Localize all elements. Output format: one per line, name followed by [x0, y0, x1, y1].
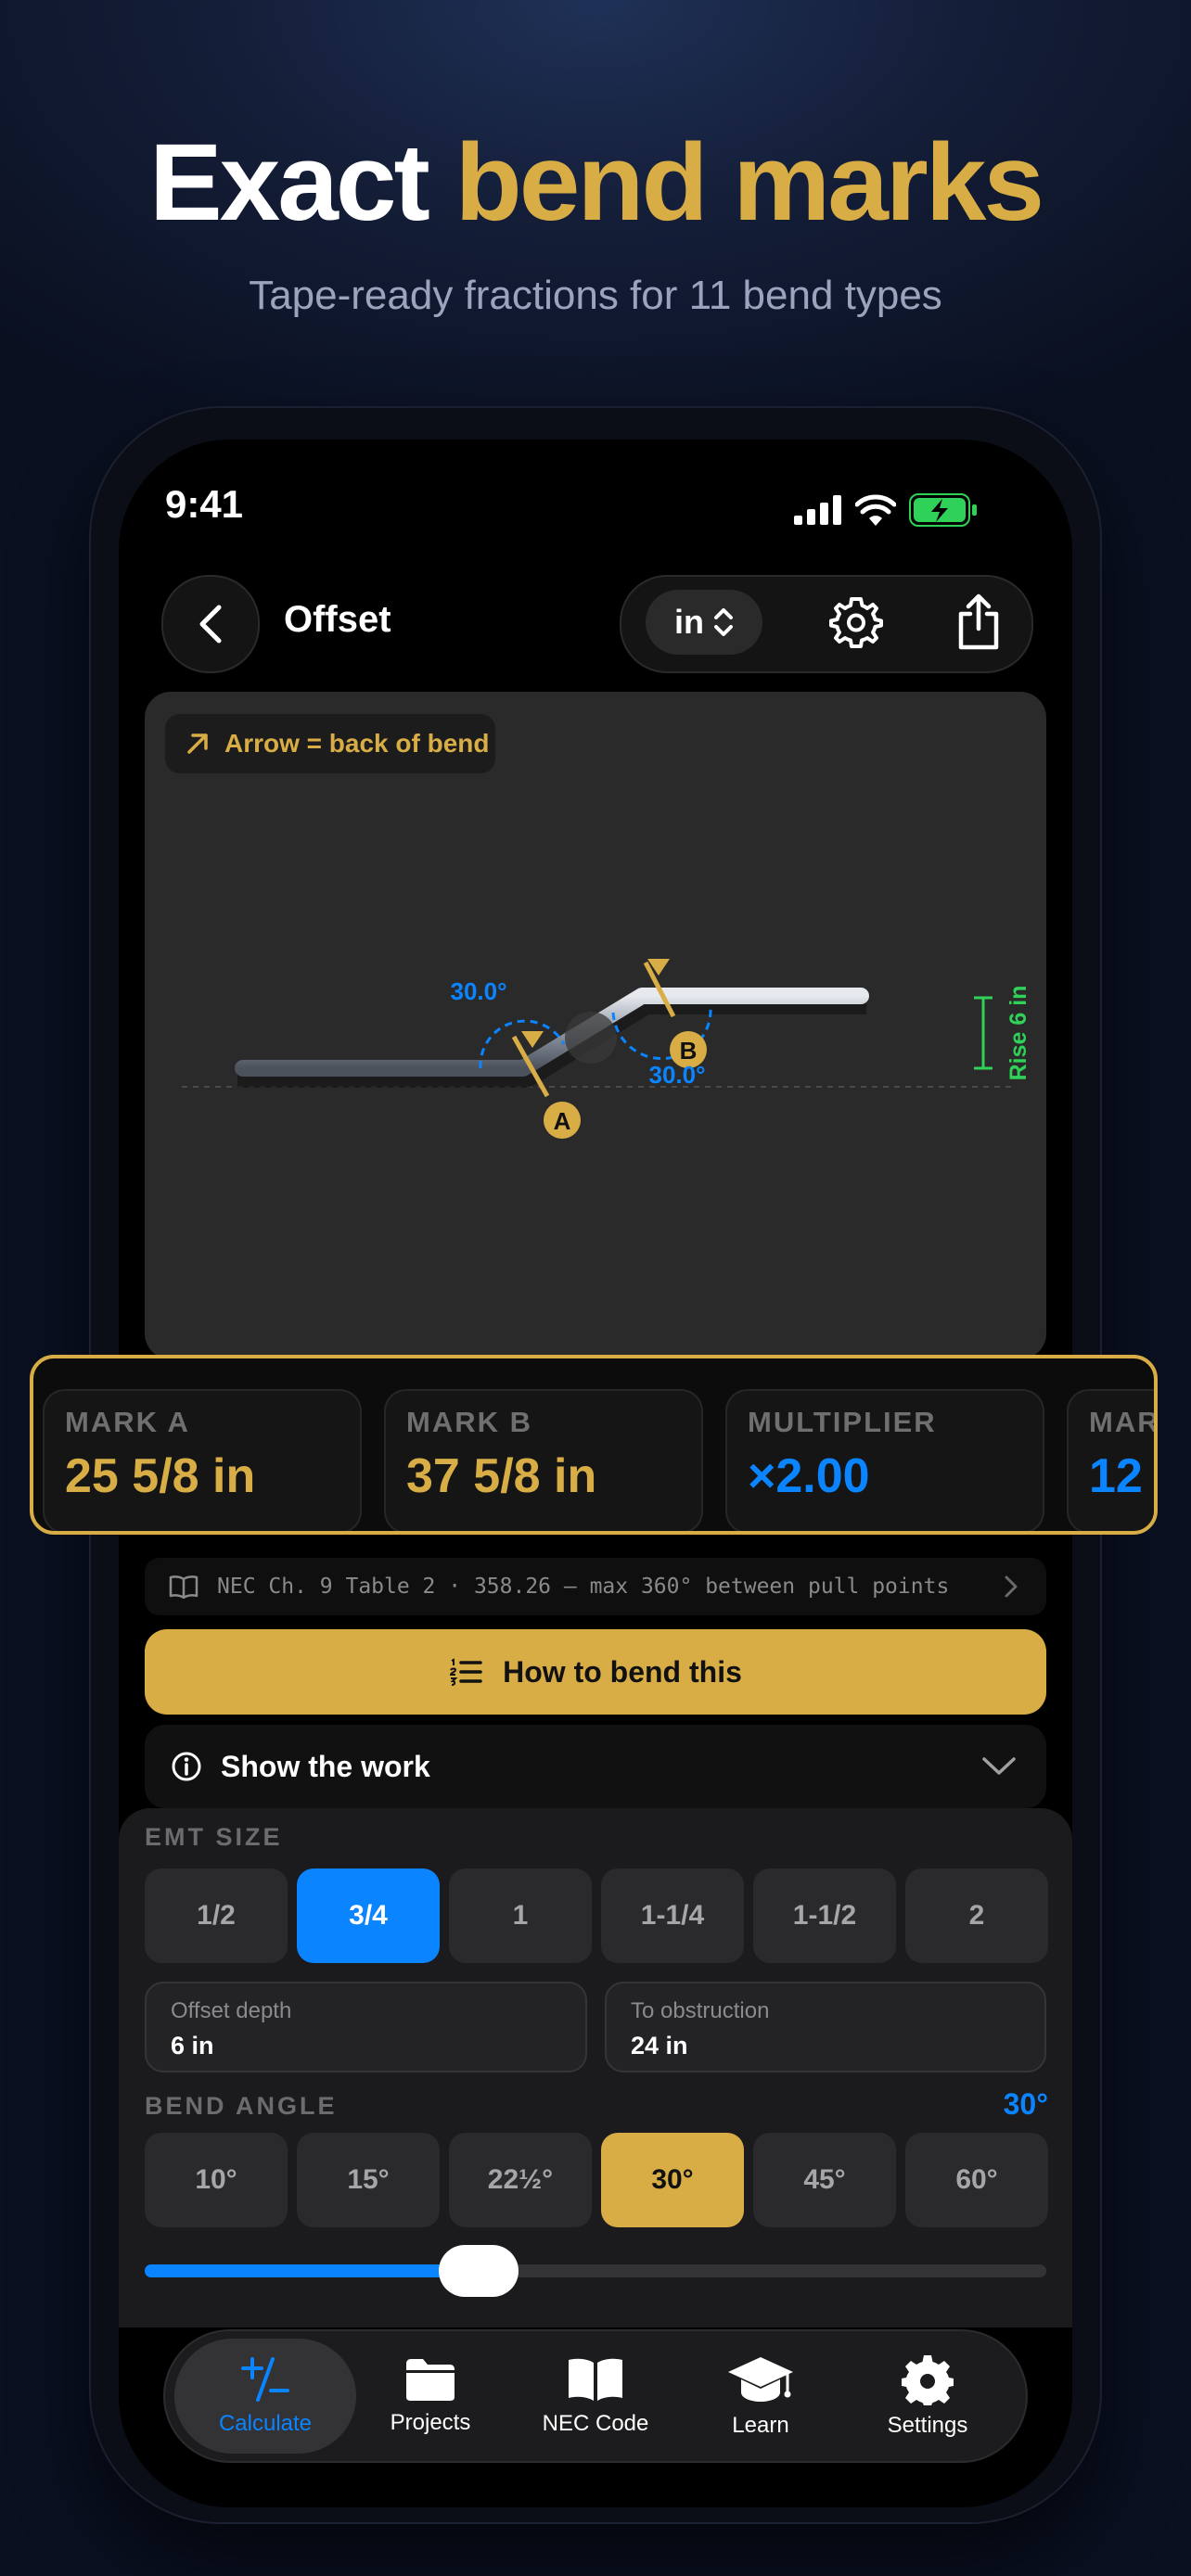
emt-size-label: EMT SIZE: [145, 1823, 283, 1851]
result-label: MARK A: [65, 1406, 190, 1438]
rise-label: Rise 6 in: [1005, 986, 1031, 1081]
arrow-legend-text: Arrow = back of bend: [224, 729, 490, 758]
result-card-multiplier: MULTIPLIER ×2.00: [725, 1389, 1044, 1531]
angle-option-15[interactable]: 15°: [297, 2133, 440, 2227]
gear-icon: [902, 2355, 954, 2405]
bend-angle-slider-fill: [145, 2264, 479, 2277]
to-obstruction-label: To obstruction: [631, 1998, 770, 2023]
tab-projects-label: Projects: [390, 2410, 471, 2435]
tab-learn[interactable]: Learn: [670, 2339, 852, 2454]
chevron-right-icon: [1005, 1575, 1018, 1598]
angle-option-45[interactable]: 45°: [753, 2133, 896, 2227]
book-open-icon: [169, 1575, 198, 1599]
offset-depth-value: 6 in: [171, 2032, 214, 2060]
result-card-partial: MAR 12: [1067, 1389, 1158, 1531]
tab-nec-code-label: NEC Code: [542, 2411, 649, 2436]
emt-option-1-1-4[interactable]: 1-1/4: [601, 1868, 744, 1963]
arrow-legend-tag: Arrow = back of bend: [165, 714, 495, 773]
battery-charging-icon: [909, 493, 977, 527]
offset-depth-field[interactable]: Offset depth 6 in: [145, 1982, 587, 2072]
signal-icon: [794, 495, 841, 525]
arrow-up-right-icon: [187, 733, 208, 754]
emt-size-selector: 1/2 3/4 1 1-1/4 1-1/2 2: [145, 1868, 1048, 1963]
tab-nec-code[interactable]: NEC Code: [505, 2339, 686, 2454]
show-work-toggle[interactable]: Show the work: [145, 1725, 1046, 1808]
share-button[interactable]: [946, 590, 1011, 655]
emt-option-1-2[interactable]: 1/2: [145, 1868, 288, 1963]
show-work-label: Show the work: [221, 1749, 430, 1783]
nec-reference-row[interactable]: NEC Ch. 9 Table 2 · 358.26 — max 360° be…: [145, 1558, 1046, 1615]
result-value: 12: [1089, 1449, 1143, 1503]
unit-label: in: [674, 603, 704, 641]
tab-calculate[interactable]: Calculate: [174, 2339, 356, 2454]
emt-option-2[interactable]: 2: [905, 1868, 1048, 1963]
back-of-bend-arrow-a: [521, 1031, 544, 1048]
result-value: 25 5/8 in: [65, 1449, 256, 1503]
status-time: 9:41: [164, 482, 244, 526]
wifi-icon: [855, 494, 896, 526]
angle-option-10[interactable]: 10°: [145, 2133, 288, 2227]
angle-label-b: 30.0°: [648, 1061, 705, 1089]
result-value: ×2.00: [748, 1449, 870, 1503]
folder-icon: [406, 2359, 455, 2401]
to-obstruction-value: 24 in: [631, 2032, 688, 2060]
to-obstruction-field[interactable]: To obstruction 24 in: [605, 1982, 1046, 2072]
nec-reference-text: NEC Ch. 9 Table 2 · 358.26 — max 360° be…: [217, 1575, 950, 1599]
gear-icon: [829, 597, 883, 648]
chevron-left-icon: [199, 605, 222, 644]
bend-angle-slider-thumb[interactable]: [438, 2245, 519, 2297]
angle-label-a: 30.0°: [450, 977, 506, 1005]
angle-option-60[interactable]: 60°: [905, 2133, 1048, 2227]
mark-a-letter: A: [554, 1107, 571, 1135]
how-to-bend-label: How to bend this: [503, 1654, 742, 1689]
result-value: 37 5/8 in: [406, 1449, 597, 1503]
bend-diagram: A B 30.0° 30.0° Rise 6 in: [145, 692, 1046, 1359]
chevron-down-icon: [982, 1757, 1016, 1775]
hero-subtitle: Tape-ready fractions for 11 bend types: [249, 273, 942, 318]
status-icons: [794, 491, 978, 529]
emt-option-1[interactable]: 1: [449, 1868, 592, 1963]
settings-button[interactable]: [824, 590, 889, 655]
hero-title: Exact bend marks: [0, 128, 1191, 237]
hero-title-accent: bend marks: [455, 121, 1044, 244]
conduit-diagram: A B 30.0° 30.0° Rise 6 in: [182, 959, 1031, 1139]
result-card-mark-a: MARK A 25 5/8 in: [43, 1389, 362, 1531]
result-label: MULTIPLIER: [748, 1406, 937, 1438]
plus-minus-icon: [241, 2357, 289, 2402]
book-icon: [569, 2358, 622, 2401]
emt-option-3-4[interactable]: 3/4: [297, 1868, 440, 1963]
tab-settings[interactable]: Settings: [837, 2339, 1018, 2454]
tab-settings-label: Settings: [887, 2413, 968, 2438]
result-label: MAR: [1089, 1406, 1158, 1438]
tab-learn-label: Learn: [732, 2413, 789, 2438]
emt-option-1-1-2[interactable]: 1-1/2: [753, 1868, 896, 1963]
nav-title: Offset: [284, 599, 391, 640]
result-card-mark-b: MARK B 37 5/8 in: [384, 1389, 703, 1531]
unit-selector[interactable]: in: [646, 590, 762, 655]
tab-projects[interactable]: Projects: [339, 2339, 521, 2454]
bend-angle-label: BEND ANGLE: [145, 2092, 338, 2120]
bend-angle-selector: 10° 15° 22½° 30° 45° 60°: [145, 2133, 1048, 2227]
hero-title-white: Exact: [148, 121, 430, 244]
how-to-bend-button[interactable]: How to bend this: [145, 1629, 1046, 1715]
graduation-cap-icon: [728, 2357, 793, 2402]
info-icon: [172, 1752, 201, 1781]
angle-option-22-5[interactable]: 22½°: [449, 2133, 592, 2227]
result-label: MARK B: [406, 1406, 532, 1438]
offset-depth-label: Offset depth: [171, 1998, 292, 2023]
tab-calculate-label: Calculate: [218, 2411, 313, 2436]
bend-angle-value: 30°: [1003, 2087, 1048, 2121]
back-button[interactable]: [161, 575, 260, 673]
numbered-list-icon: [450, 1658, 482, 1686]
results-strip[interactable]: MARK A 25 5/8 in MARK B 37 5/8 in MULTIP…: [30, 1355, 1158, 1535]
chevron-updown-icon: [714, 608, 733, 636]
angle-option-30[interactable]: 30°: [601, 2133, 744, 2227]
share-icon: [958, 593, 999, 650]
